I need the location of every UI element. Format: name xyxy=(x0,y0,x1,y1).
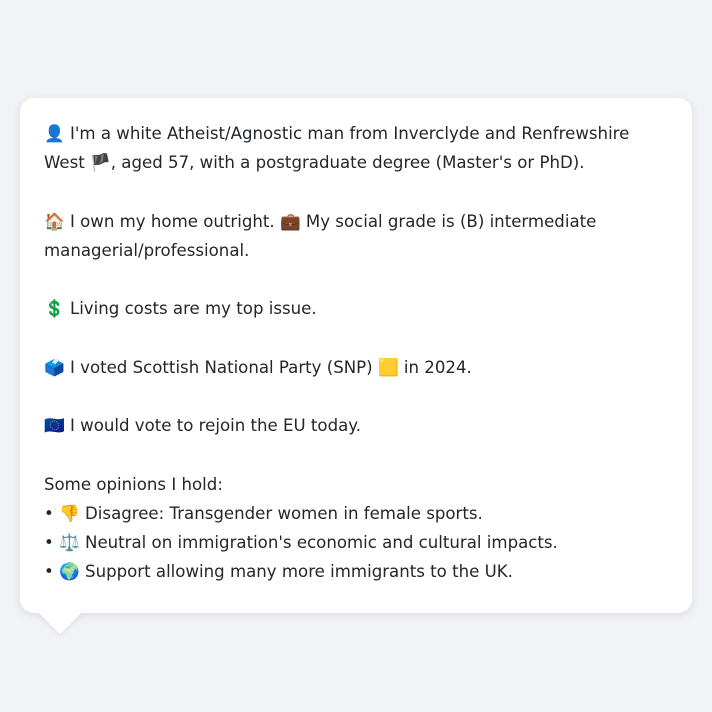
opinion-text: Disagree: Transgender women in female sp… xyxy=(85,503,483,523)
party-color-icon: 🟨 xyxy=(377,357,399,377)
home-ownership-text: I own my home outright. xyxy=(69,211,275,231)
bubble-tail xyxy=(38,612,82,634)
bullet: • xyxy=(44,561,54,581)
vote-paragraph: 🗳️ I voted Scottish National Party (SNP)… xyxy=(44,353,668,382)
briefcase-icon: 💼 xyxy=(279,211,301,231)
persona-message-bubble: 👤 I'm a white Atheist/Agnostic man from … xyxy=(20,98,692,613)
vote-year-text: in 2024. xyxy=(403,357,472,377)
home-paragraph: 🏠 I own my home outright. 💼 My social gr… xyxy=(44,207,668,265)
eu-text: I would vote to rejoin the EU today. xyxy=(69,416,362,435)
house-icon: 🏠 xyxy=(44,211,65,231)
eu-paragraph: 🇪🇺 I would vote to rejoin the EU today. xyxy=(44,411,668,440)
person-icon: 👤 xyxy=(44,124,65,143)
opinion-item: • 👎 Disagree: Transgender women in femal… xyxy=(44,499,668,528)
bullet: • xyxy=(44,503,54,523)
vote-text: I voted Scottish National Party (SNP) xyxy=(69,357,373,377)
scotland-flag-icon: 🏴 xyxy=(90,153,111,172)
opinion-item: • 🌍 Support allowing many more immigrant… xyxy=(44,557,668,586)
eu-flag-icon: 🇪🇺 xyxy=(44,416,65,435)
thumbs-down-icon: 👎 xyxy=(59,503,80,523)
bullet: • xyxy=(44,532,54,552)
bio-text-continued: , aged 57, with a postgraduate degree (M… xyxy=(110,153,585,172)
globe-icon: 🌍 xyxy=(59,561,80,581)
opinions-heading: Some opinions I hold: xyxy=(44,474,223,494)
opinions-list: • 👎 Disagree: Transgender women in femal… xyxy=(44,499,668,586)
scales-icon: ⚖️ xyxy=(59,532,80,552)
dollar-icon: 💲 xyxy=(44,299,65,318)
opinion-text: Support allowing many more immigrants to… xyxy=(85,561,513,581)
bio-paragraph: 👤 I'm a white Atheist/Agnostic man from … xyxy=(44,119,668,177)
opinion-text: Neutral on immigration's economic and cu… xyxy=(85,532,558,552)
opinion-item: • ⚖️ Neutral on immigration's economic a… xyxy=(44,528,668,557)
ballot-box-icon: 🗳️ xyxy=(44,357,65,377)
issue-paragraph: 💲 Living costs are my top issue. xyxy=(44,294,668,323)
top-issue-text: Living costs are my top issue. xyxy=(69,299,317,318)
